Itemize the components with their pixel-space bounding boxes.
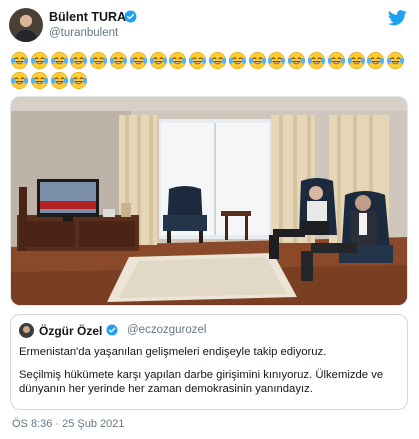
emoji-row [10, 51, 406, 70]
face-with-tears-of-joy-emoji [30, 52, 48, 69]
face-with-tears-of-joy-emoji [50, 52, 68, 69]
face-with-tears-of-joy-emoji [367, 52, 385, 69]
tweet-card: Bülent TURAN @turanbulent Özgür Özel @ec… [0, 0, 419, 439]
face-with-tears-of-joy-emoji [347, 52, 365, 69]
face-with-tears-of-joy-emoji [70, 72, 88, 89]
face-with-tears-of-joy-emoji [327, 52, 345, 69]
quoted-author-avatar[interactable] [19, 323, 34, 338]
face-with-tears-of-joy-emoji [228, 52, 246, 69]
emoji-row [10, 71, 89, 90]
twitter-bird-icon [388, 10, 407, 26]
tweet-photo[interactable] [10, 96, 408, 306]
face-with-tears-of-joy-emoji [189, 52, 207, 69]
face-with-tears-of-joy-emoji [129, 52, 147, 69]
face-with-tears-of-joy-emoji [50, 72, 68, 89]
face-with-tears-of-joy-emoji [268, 52, 286, 69]
quoted-author-handle[interactable]: @eczozgurozel [127, 324, 206, 336]
tv-room-photo [11, 97, 407, 305]
verified-badge-icon [124, 10, 137, 23]
face-with-tears-of-joy-emoji [70, 52, 88, 69]
quoted-paragraph: Seçilmiş hükümete karşı yapılan darbe gi… [19, 369, 384, 395]
face-with-tears-of-joy-emoji [30, 72, 48, 89]
face-with-tears-of-joy-emoji [10, 72, 29, 89]
quoted-tweet[interactable]: Özgür Özel @eczozgurozel Ermenistan'da y… [10, 314, 408, 410]
quoted-paragraph: Ermenistan'da yaşanılan gelişmeleri endi… [19, 346, 327, 358]
face-with-tears-of-joy-emoji [288, 52, 306, 69]
verified-badge-icon [106, 324, 118, 336]
author-handle[interactable]: @turanbulent [49, 27, 118, 39]
face-with-tears-of-joy-emoji [10, 52, 29, 69]
face-with-tears-of-joy-emoji [208, 52, 227, 69]
author-avatar[interactable] [9, 8, 43, 42]
face-with-tears-of-joy-emoji [307, 52, 326, 69]
face-with-tears-of-joy-emoji [169, 52, 187, 69]
quoted-author-name[interactable]: Özgür Özel [39, 324, 102, 338]
face-with-tears-of-joy-emoji [109, 52, 128, 69]
face-with-tears-of-joy-emoji [387, 52, 405, 69]
face-with-tears-of-joy-emoji [149, 52, 167, 69]
quoted-tweet-text: Ermenistan'da yaşanılan gelişmeleri endi… [19, 345, 401, 405]
tweet-timestamp[interactable]: ÖS 8:36 · 25 Şub 2021 [12, 418, 125, 430]
author-name[interactable]: Bülent TURAN [49, 10, 135, 24]
face-with-tears-of-joy-emoji [248, 52, 266, 69]
face-with-tears-of-joy-emoji [90, 52, 108, 69]
